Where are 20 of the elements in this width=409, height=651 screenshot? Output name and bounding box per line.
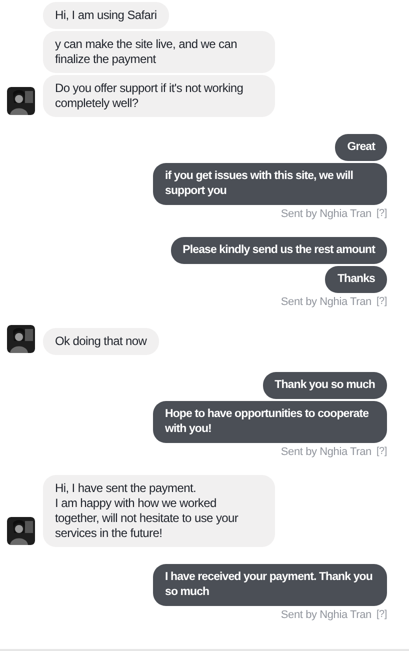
help-link[interactable]: [?] [376, 446, 387, 458]
message-bubble: Please kindly send us the rest amount [170, 237, 387, 264]
sent-by-label: Sent by Nghia Tran [280, 446, 372, 458]
message-bubble: Hope to have opportunities to cooperate with you! [153, 401, 387, 443]
sent-by-label: Sent by Nghia Tran [280, 208, 372, 220]
message-bubble: y can make the site live, and we can finalize the payment [43, 31, 275, 73]
help-link[interactable]: [?] [376, 609, 387, 621]
help-link[interactable]: [?] [376, 208, 387, 220]
message-bubble: Great [335, 134, 387, 161]
help-link[interactable]: [?] [376, 296, 387, 308]
message-bubble: Ok doing that now [43, 328, 159, 355]
message-bubble: Hi, I am using Safari [43, 2, 169, 29]
message-bubble: Do you offer support if it's not working completely well? [43, 75, 275, 117]
message-bubble: Hi, I have sent the payment. I am happy with how we worked together, will not hesitate to use your services in the future! [43, 475, 275, 547]
message-bubble: if you get issues with this site, we will support you [153, 163, 387, 205]
sent-by-label: Sent by Nghia Tran [280, 296, 372, 308]
message-bubble: I have received your payment. Thank you so much [153, 564, 387, 606]
sent-by-label: Sent by Nghia Tran [280, 609, 372, 621]
message-bubble: Thanks [325, 266, 387, 293]
message-bubble: Thank you so much [262, 372, 387, 399]
